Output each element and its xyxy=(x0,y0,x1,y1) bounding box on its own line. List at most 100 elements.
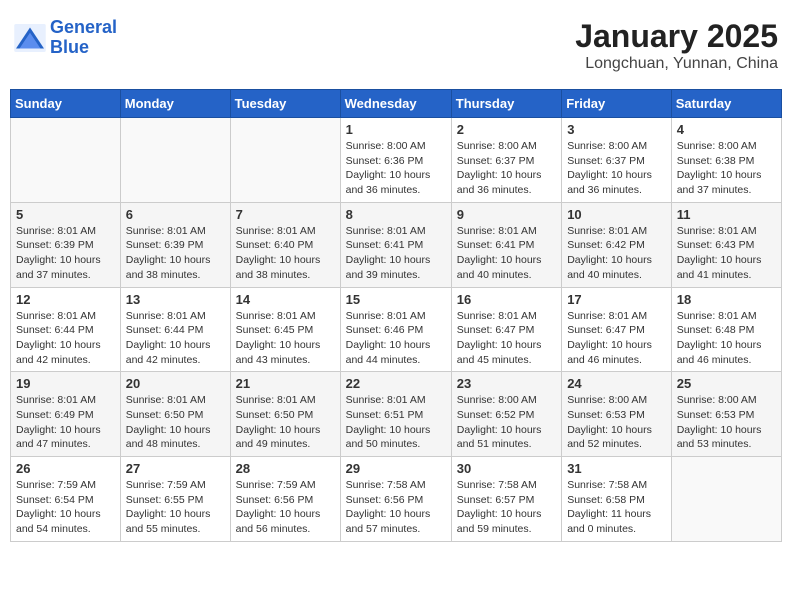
calendar-day-cell: 20Sunrise: 8:01 AMSunset: 6:50 PMDayligh… xyxy=(120,372,230,457)
day-number: 9 xyxy=(457,207,556,222)
day-number: 25 xyxy=(677,376,776,391)
calendar-empty-cell xyxy=(11,118,121,203)
weekday-header-monday: Monday xyxy=(120,90,230,118)
day-number: 20 xyxy=(126,376,225,391)
calendar-day-cell: 2 Sunrise: 8:00 AMSunset: 6:37 PMDaylight… xyxy=(451,118,561,203)
day-info: Sunrise: 8:00 AMSunset: 6:53 PMDaylight:… xyxy=(677,393,776,452)
day-number: 1 xyxy=(346,122,446,137)
calendar-table: SundayMondayTuesdayWednesdayThursdayFrid… xyxy=(10,89,782,542)
calendar-day-cell: 15 Sunrise: 8:01 AMSunset: 6:46 PMDayligh… xyxy=(340,287,451,372)
day-number: 11 xyxy=(677,207,776,222)
calendar-week-row: 1 Sunrise: 8:00 AMSunset: 6:36 PMDaylight… xyxy=(11,118,782,203)
day-number: 18 xyxy=(677,292,776,307)
calendar-week-row: 19Sunrise: 8:01 AMSunset: 6:49 PMDayligh… xyxy=(11,372,782,457)
calendar-empty-cell xyxy=(671,457,781,542)
weekday-header-wednesday: Wednesday xyxy=(340,90,451,118)
calendar-day-cell: 8 Sunrise: 8:01 AMSunset: 6:41 PMDaylight… xyxy=(340,202,451,287)
day-number: 21 xyxy=(236,376,335,391)
logo-text: General Blue xyxy=(50,18,117,58)
day-number: 2 xyxy=(457,122,556,137)
day-info: Sunrise: 8:01 AMSunset: 6:47 PMDaylight:… xyxy=(567,309,666,368)
calendar-day-cell: 24Sunrise: 8:00 AMSunset: 6:53 PMDayligh… xyxy=(562,372,672,457)
day-info: Sunrise: 7:59 AMSunset: 6:56 PMDaylight:… xyxy=(236,478,335,537)
calendar-day-cell: 21Sunrise: 8:01 AMSunset: 6:50 PMDayligh… xyxy=(230,372,340,457)
calendar-day-cell: 5Sunrise: 8:01 AMSunset: 6:39 PMDaylight… xyxy=(11,202,121,287)
calendar-day-cell: 9 Sunrise: 8:01 AMSunset: 6:41 PMDaylight… xyxy=(451,202,561,287)
weekday-header-tuesday: Tuesday xyxy=(230,90,340,118)
calendar-day-cell: 16Sunrise: 8:01 AMSunset: 6:47 PMDayligh… xyxy=(451,287,561,372)
day-info: Sunrise: 8:01 AMSunset: 6:44 PMDaylight:… xyxy=(126,309,225,368)
calendar-day-cell: 22 Sunrise: 8:01 AMSunset: 6:51 PMDayligh… xyxy=(340,372,451,457)
day-info: Sunrise: 8:00 AMSunset: 6:52 PMDaylight:… xyxy=(457,393,556,452)
calendar-day-cell: 3Sunrise: 8:00 AMSunset: 6:37 PMDaylight… xyxy=(562,118,672,203)
day-number: 31 xyxy=(567,461,666,476)
calendar-week-row: 26Sunrise: 7:59 AMSunset: 6:54 PMDayligh… xyxy=(11,457,782,542)
calendar-day-cell: 28Sunrise: 7:59 AMSunset: 6:56 PMDayligh… xyxy=(230,457,340,542)
calendar-day-cell: 13 Sunrise: 8:01 AMSunset: 6:44 PMDayligh… xyxy=(120,287,230,372)
day-number: 4 xyxy=(677,122,776,137)
logo-line2: Blue xyxy=(50,37,89,57)
calendar-day-cell: 25 Sunrise: 8:00 AMSunset: 6:53 PMDayligh… xyxy=(671,372,781,457)
calendar-day-cell: 31 Sunrise: 7:58 AMSunset: 6:58 PMDayligh… xyxy=(562,457,672,542)
day-number: 30 xyxy=(457,461,556,476)
day-info: Sunrise: 8:01 AMSunset: 6:42 PMDaylight:… xyxy=(567,224,666,283)
day-info: Sunrise: 7:59 AMSunset: 6:54 PMDaylight:… xyxy=(16,478,115,537)
day-info: Sunrise: 8:01 AMSunset: 6:46 PMDaylight:… xyxy=(346,309,446,368)
day-number: 29 xyxy=(346,461,446,476)
calendar-day-cell: 27 Sunrise: 7:59 AMSunset: 6:55 PMDayligh… xyxy=(120,457,230,542)
calendar-day-cell: 1 Sunrise: 8:00 AMSunset: 6:36 PMDaylight… xyxy=(340,118,451,203)
day-info: Sunrise: 7:59 AMSunset: 6:55 PMDaylight:… xyxy=(126,478,225,537)
title-block: January 2025 Longchuan, Yunnan, China xyxy=(575,18,778,73)
calendar-day-cell: 26Sunrise: 7:59 AMSunset: 6:54 PMDayligh… xyxy=(11,457,121,542)
calendar-day-cell: 17Sunrise: 8:01 AMSunset: 6:47 PMDayligh… xyxy=(562,287,672,372)
day-info: Sunrise: 8:01 AMSunset: 6:41 PMDaylight:… xyxy=(457,224,556,283)
weekday-header-friday: Friday xyxy=(562,90,672,118)
calendar-day-cell: 6Sunrise: 8:01 AMSunset: 6:39 PMDaylight… xyxy=(120,202,230,287)
day-info: Sunrise: 8:00 AMSunset: 6:37 PMDaylight:… xyxy=(457,139,556,198)
day-number: 6 xyxy=(126,207,225,222)
day-number: 23 xyxy=(457,376,556,391)
day-number: 13 xyxy=(126,292,225,307)
day-number: 14 xyxy=(236,292,335,307)
calendar-day-cell: 10 Sunrise: 8:01 AMSunset: 6:42 PMDayligh… xyxy=(562,202,672,287)
calendar-day-cell: 14 Sunrise: 8:01 AMSunset: 6:45 PMDayligh… xyxy=(230,287,340,372)
calendar-day-cell: 29 Sunrise: 7:58 AMSunset: 6:56 PMDayligh… xyxy=(340,457,451,542)
day-info: Sunrise: 8:01 AMSunset: 6:39 PMDaylight:… xyxy=(16,224,115,283)
day-number: 12 xyxy=(16,292,115,307)
day-info: Sunrise: 8:01 AMSunset: 6:48 PMDaylight:… xyxy=(677,309,776,368)
logo-line1: General xyxy=(50,17,117,37)
day-number: 15 xyxy=(346,292,446,307)
day-info: Sunrise: 8:00 AMSunset: 6:37 PMDaylight:… xyxy=(567,139,666,198)
weekday-header-thursday: Thursday xyxy=(451,90,561,118)
calendar-empty-cell xyxy=(230,118,340,203)
weekday-header-row: SundayMondayTuesdayWednesdayThursdayFrid… xyxy=(11,90,782,118)
weekday-header-sunday: Sunday xyxy=(11,90,121,118)
weekday-header-saturday: Saturday xyxy=(671,90,781,118)
day-info: Sunrise: 8:01 AMSunset: 6:40 PMDaylight:… xyxy=(236,224,335,283)
day-number: 8 xyxy=(346,207,446,222)
day-info: Sunrise: 7:58 AMSunset: 6:58 PMDaylight:… xyxy=(567,478,666,537)
calendar-day-cell: 7 Sunrise: 8:01 AMSunset: 6:40 PMDaylight… xyxy=(230,202,340,287)
day-number: 22 xyxy=(346,376,446,391)
day-info: Sunrise: 8:01 AMSunset: 6:41 PMDaylight:… xyxy=(346,224,446,283)
calendar-day-cell: 12Sunrise: 8:01 AMSunset: 6:44 PMDayligh… xyxy=(11,287,121,372)
logo: General Blue xyxy=(14,18,117,58)
day-number: 10 xyxy=(567,207,666,222)
calendar-subtitle: Longchuan, Yunnan, China xyxy=(575,55,778,73)
calendar-day-cell: 19Sunrise: 8:01 AMSunset: 6:49 PMDayligh… xyxy=(11,372,121,457)
calendar-day-cell: 4 Sunrise: 8:00 AMSunset: 6:38 PMDaylight… xyxy=(671,118,781,203)
day-number: 27 xyxy=(126,461,225,476)
logo-icon xyxy=(14,24,46,52)
day-info: Sunrise: 7:58 AMSunset: 6:56 PMDaylight:… xyxy=(346,478,446,537)
day-number: 7 xyxy=(236,207,335,222)
calendar-title: January 2025 xyxy=(575,18,778,55)
day-info: Sunrise: 8:00 AMSunset: 6:53 PMDaylight:… xyxy=(567,393,666,452)
day-info: Sunrise: 8:01 AMSunset: 6:51 PMDaylight:… xyxy=(346,393,446,452)
day-info: Sunrise: 8:00 AMSunset: 6:38 PMDaylight:… xyxy=(677,139,776,198)
day-info: Sunrise: 8:01 AMSunset: 6:45 PMDaylight:… xyxy=(236,309,335,368)
calendar-day-cell: 23 Sunrise: 8:00 AMSunset: 6:52 PMDayligh… xyxy=(451,372,561,457)
day-info: Sunrise: 8:01 AMSunset: 6:49 PMDaylight:… xyxy=(16,393,115,452)
calendar-day-cell: 30Sunrise: 7:58 AMSunset: 6:57 PMDayligh… xyxy=(451,457,561,542)
day-info: Sunrise: 8:00 AMSunset: 6:36 PMDaylight:… xyxy=(346,139,446,198)
calendar-week-row: 12 Sunrise: 8:01 AMSunset: 6:44 PMDayligh… xyxy=(11,287,782,372)
